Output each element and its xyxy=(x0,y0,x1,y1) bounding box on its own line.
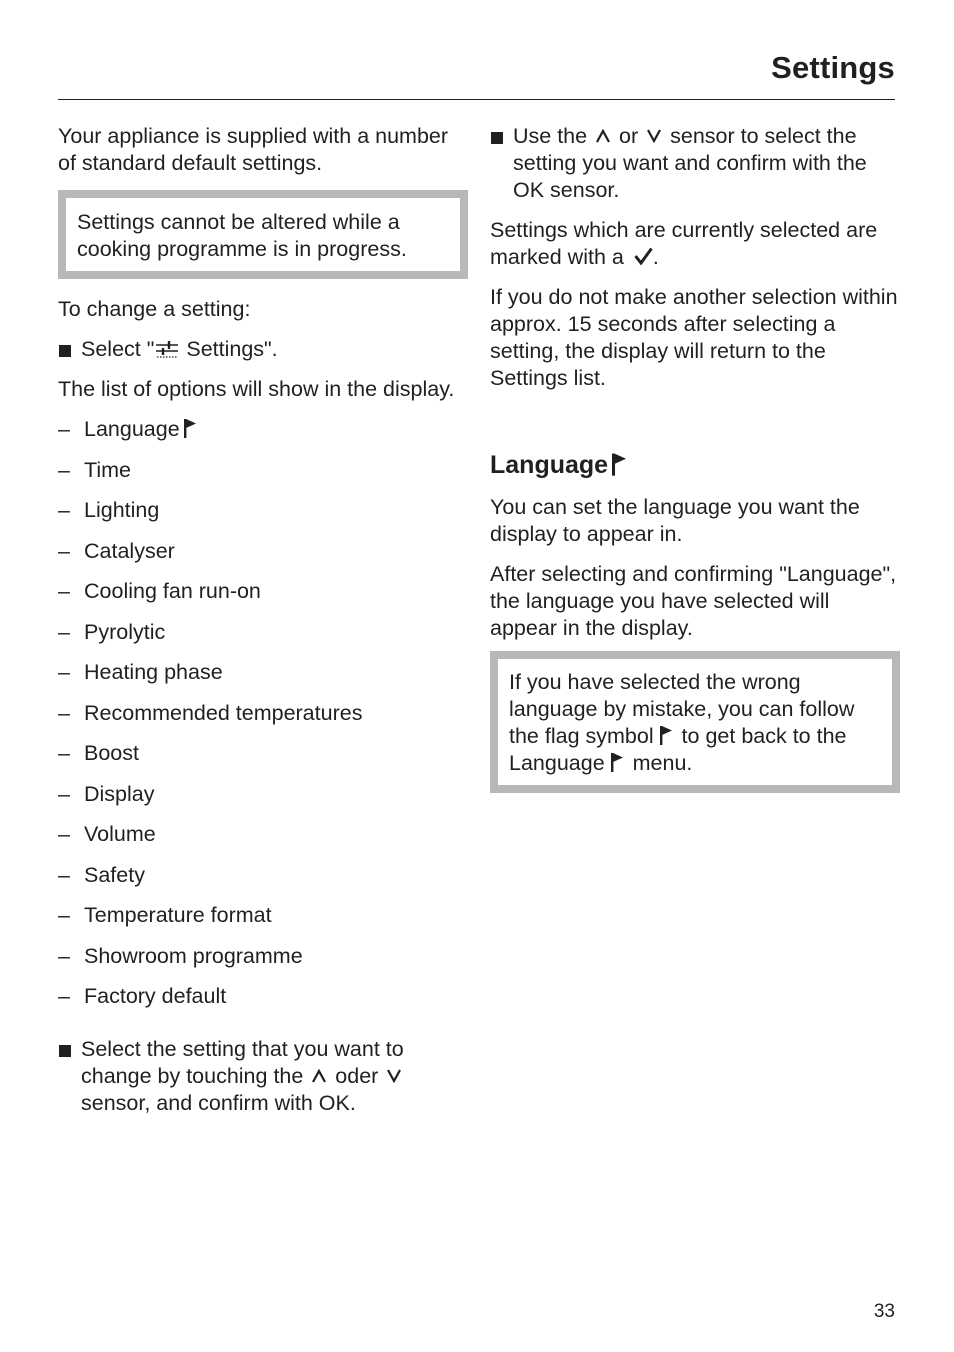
warning-note: Settings cannot be altered while a cooki… xyxy=(58,190,468,279)
warning-note-text: Settings cannot be altered while a cooki… xyxy=(77,210,407,261)
list-item: – Time xyxy=(58,457,131,482)
language-heading: Language xyxy=(490,450,900,480)
list-item: – Safety xyxy=(58,862,145,887)
bullet-square-icon xyxy=(491,132,503,144)
list-item: – Temperature format xyxy=(58,903,272,927)
step-select-setting: Select the setting that you want to chan… xyxy=(58,1036,468,1117)
flag-icon xyxy=(610,753,623,772)
list-item: – Volume xyxy=(58,822,156,846)
list-item: – Showroom programme xyxy=(58,943,303,968)
list-item: – Cooling fan run-on xyxy=(58,579,261,603)
list-item: – Display xyxy=(58,781,155,806)
flag-icon xyxy=(183,419,196,438)
chevron-down-icon xyxy=(647,129,662,143)
step-select-settings: Select " Settings". xyxy=(58,336,468,363)
list-intro-text: The list of options will show in the dis… xyxy=(58,377,455,401)
left-column: Your appliance is supplied with a number… xyxy=(58,123,468,1130)
language-text-2: After selecting and confirming "Language… xyxy=(490,562,897,640)
settings-sliders-icon xyxy=(156,341,179,358)
bullet-square-icon xyxy=(59,345,71,357)
flag-icon xyxy=(612,453,627,476)
title-divider xyxy=(58,99,895,100)
language-note: If you have selected the wrong language … xyxy=(490,651,900,793)
list-item: – Factory default xyxy=(58,984,227,1008)
page-title: Settings xyxy=(771,50,895,85)
right-column: Use the or sensor to select the setting … xyxy=(490,123,900,810)
list-item: – Lighting xyxy=(58,498,160,522)
settings-options-list: – Language – Time – Lighting – Catalyser – Co… xyxy=(58,416,468,1024)
to-change-text: To change a setting: xyxy=(58,297,251,321)
chevron-up-icon xyxy=(596,129,611,143)
chevron-down-icon xyxy=(387,1068,402,1083)
selected-marker-text: Settings which are currently selected ar… xyxy=(490,218,878,269)
list-item: – Boost xyxy=(58,741,139,765)
page-number: 33 xyxy=(873,1301,895,1322)
list-item: – Language xyxy=(58,416,468,457)
list-item: – Heating phase xyxy=(58,660,223,684)
timeout-text: If you do not make another selection wit… xyxy=(490,285,898,390)
intro-text: Your appliance is supplied with a number… xyxy=(58,124,449,175)
flag-icon xyxy=(659,726,672,745)
list-item: – Recommended temperatures xyxy=(58,700,363,725)
language-text-1: You can set the language you want the di… xyxy=(490,495,860,546)
list-item: – Pyrolytic xyxy=(58,619,166,644)
checkmark-icon xyxy=(634,247,653,265)
bullet-square-icon xyxy=(59,1044,71,1057)
list-item: – Catalyser xyxy=(58,538,175,563)
step-use-sensor: Use the or sensor to select the setting … xyxy=(490,123,900,204)
chevron-up-icon xyxy=(312,1068,327,1083)
